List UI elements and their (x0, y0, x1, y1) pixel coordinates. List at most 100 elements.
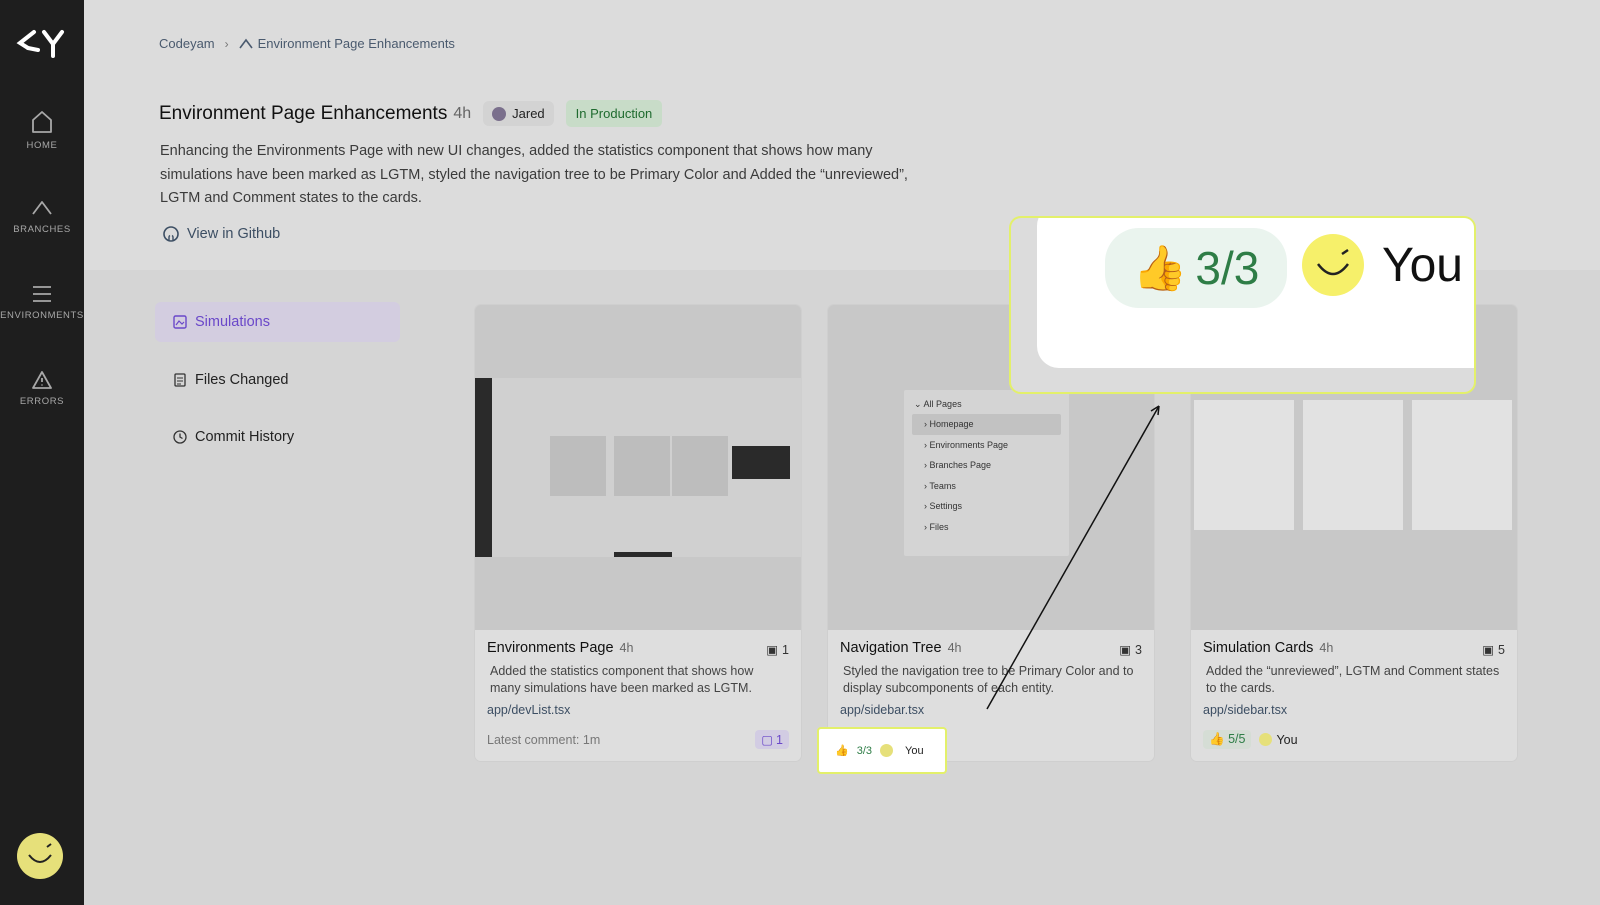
tree-item: › Teams (924, 480, 956, 491)
tree-item: › Branches Page (924, 460, 992, 470)
tree-item-label: Branches Page (929, 460, 992, 470)
simulation-icon: ▣ (766, 643, 779, 657)
file-icon (174, 373, 186, 387)
simulation-count-value: 3 (1135, 642, 1142, 657)
simulation-count: ▣ 5 (1482, 642, 1505, 658)
card-file-link[interactable]: app/sidebar.tsx (1203, 703, 1505, 717)
status-badge: In Production (565, 100, 663, 127)
thumbnail-tile (732, 446, 790, 479)
thumbs-up-icon: 👍 (835, 745, 849, 757)
tree-item-label: Environments Page (929, 439, 1009, 450)
simulation-icon: ▣ (1119, 643, 1132, 657)
card-title: Environments Page (487, 640, 614, 656)
lgtm-count: 3/3 (856, 744, 872, 757)
chevron-right-icon: › (224, 36, 229, 51)
card-file-link[interactable]: app/sidebar.tsx (840, 703, 1142, 717)
branches-icon (32, 201, 52, 215)
card-title-row: Navigation Tree 4h (840, 640, 1142, 656)
breadcrumb-root[interactable]: Codeyam (159, 36, 215, 51)
card-age: 4h (947, 641, 962, 655)
sidebar-item-label: BRANCHES (13, 224, 71, 235)
user-name: Jared (512, 106, 545, 121)
you-label: You (1276, 732, 1298, 747)
branch-description: Enhancing the Environments Page with new… (160, 143, 908, 206)
tree-item: › Settings (924, 501, 963, 511)
card-title-row: Simulation Cards 4h (1203, 640, 1505, 656)
branch-icon (239, 38, 253, 48)
thumbnail-tile (614, 436, 670, 496)
tab-commit-history[interactable]: Commit History (155, 417, 400, 457)
tree-item-label: Settings (929, 501, 963, 511)
clock-icon (173, 430, 187, 444)
comment-count: 1 (776, 732, 783, 747)
card-file-link[interactable]: app/devList.tsx (487, 703, 789, 717)
github-link[interactable]: View in Github (163, 226, 280, 242)
mini-card-preview (1412, 400, 1512, 530)
breadcrumb-branch-label: Environment Page Enhancements (257, 36, 455, 51)
lgtm-badge[interactable]: 👍 5/5 (1203, 730, 1252, 749)
tree-item-label: Files (929, 521, 949, 532)
zoom-panel: 👍 3/3 You (1037, 218, 1474, 368)
simulation-card[interactable]: Environments Page 4h ▣ 1 Added the stati… (475, 305, 801, 761)
card-title: Navigation Tree (840, 640, 942, 656)
smiley-icon (1259, 732, 1273, 746)
tab-label: Files Changed (195, 372, 289, 388)
card-description: Styled the navigation tree to be Primary… (843, 664, 1134, 695)
github-icon (163, 226, 179, 242)
navigation-tree-preview: ⌄ All Pages › Homepage › Environments Pa… (904, 390, 1069, 556)
codeyam-logo[interactable] (16, 26, 68, 60)
tab-label: Simulations (195, 314, 270, 330)
simulation-count: ▣ 1 (766, 642, 789, 658)
user-avatar[interactable] (17, 833, 63, 879)
sidebar-item-home[interactable]: HOME (0, 110, 84, 151)
card-title-row: Environments Page 4h (487, 640, 789, 656)
simulation-icon: ▣ (1482, 643, 1495, 657)
card-description: Added the “unreviewed”, LGTM and Comment… (1206, 664, 1500, 695)
thumbs-up-icon: 👍 (1209, 732, 1225, 746)
sidebar-item-branches[interactable]: BRANCHES (0, 198, 84, 235)
card-age: 4h (1319, 641, 1334, 655)
tree-item-label: Teams (929, 480, 956, 491)
tree-item-label: Homepage (929, 419, 974, 429)
sidebar-item-environments[interactable]: ENVIRONMENTS (0, 284, 84, 321)
card-thumbnail (475, 305, 801, 630)
menu-icon (33, 286, 51, 302)
you-label: You (1382, 238, 1463, 292)
simulation-count-value: 1 (782, 642, 789, 657)
comment-badge[interactable]: ▢ 1 (755, 730, 789, 749)
breadcrumb: Codeyam › Environment Page Enhancements (159, 36, 455, 51)
lgtm-count: 5/5 (1228, 732, 1246, 746)
home-icon (32, 111, 52, 133)
simulation-icon (173, 315, 187, 329)
lgtm-badge-zoom: 👍 3/3 (1105, 228, 1287, 308)
simulation-count: ▣ 3 (1119, 642, 1142, 658)
sidebar-item-label: HOME (26, 140, 58, 151)
tab-label: Commit History (195, 429, 295, 445)
latest-comment: Latest comment: 1m (487, 732, 601, 747)
warning-icon (32, 371, 52, 389)
smiley-icon (28, 843, 52, 863)
mini-card-preview (1303, 400, 1403, 530)
tree-item: › Files (924, 521, 949, 532)
reaction-row: 👍 5/5 You (1203, 730, 1298, 749)
page-age: 4h (453, 104, 472, 122)
sidebar-item-label: ERRORS (19, 396, 65, 407)
sidebar-item-errors[interactable]: ERRORS (0, 370, 84, 407)
tab-files-changed[interactable]: Files Changed (155, 360, 400, 400)
user-badge[interactable]: Jared (483, 101, 554, 126)
mini-card-preview (1194, 400, 1294, 530)
tab-simulations[interactable]: Simulations (155, 302, 400, 342)
thumbnail-tile (550, 436, 606, 496)
breadcrumb-branch[interactable]: Environment Page Enhancements (239, 36, 455, 51)
sidebar-item-label: ENVIRONMENTS (0, 310, 84, 321)
card-body: Simulation Cards 4h ▣ 5 Added the “unrev… (1191, 630, 1517, 761)
github-link-label: View in Github (187, 226, 281, 242)
card-footer: Latest comment: 1m ▢ 1 (487, 730, 789, 749)
simulation-count-value: 5 (1498, 642, 1505, 657)
tree-item: › Homepage (912, 414, 1061, 435)
card-description: Added the statistics component that show… (490, 664, 754, 695)
thumbs-up-icon: 👍 (1132, 244, 1188, 293)
lgtm-count: 3/3 (1195, 242, 1260, 294)
card-footer: 👍 5/5 You (1203, 730, 1505, 749)
card-body: Environments Page 4h ▣ 1 Added the stati… (475, 630, 801, 761)
